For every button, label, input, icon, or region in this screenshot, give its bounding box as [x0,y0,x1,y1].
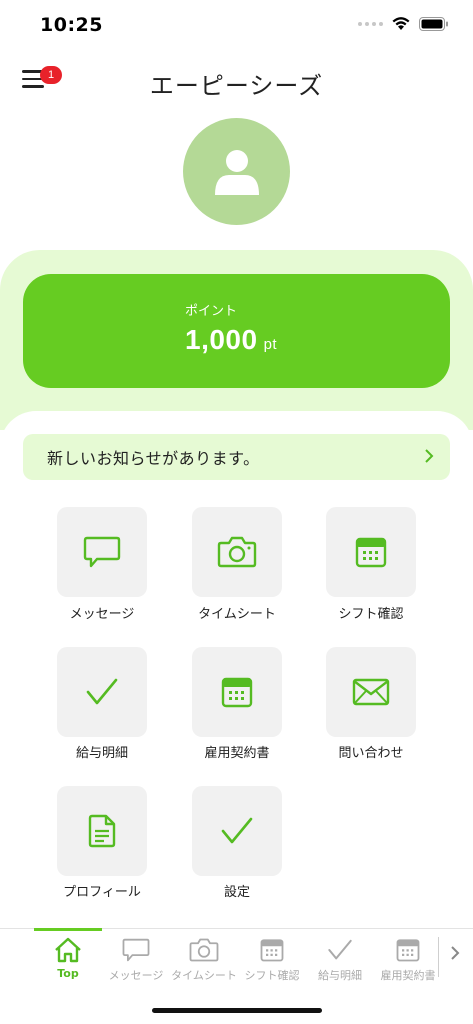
mail-icon [352,678,390,706]
menu-label-contract: 雇用契約書 [204,746,270,761]
nav-bar: 1 エーピーシーズ [0,56,473,110]
menu-tile-contract[interactable] [192,647,282,737]
points-unit: pt [263,336,278,353]
message-icon [83,536,121,568]
tab-payslip[interactable]: 給与明細 [306,929,374,989]
status-time: 10:25 [40,14,103,36]
tab-label-timesheet: タイムシート [171,969,237,982]
notice-text: 新しいお知らせがあります。 [47,449,260,468]
avatar[interactable] [183,118,290,225]
tab-divider [438,937,439,977]
tab-shift[interactable]: シフト確認 [238,929,306,989]
calendar-icon [355,537,387,568]
menu-label-profile: プロフィール [63,885,141,900]
message-icon [122,938,150,962]
chevron-right-icon [424,445,434,469]
menu-tile-profile[interactable] [57,786,147,876]
user-icon [214,149,259,195]
page-title: エーピーシーズ [149,72,324,100]
menu-tile-settings[interactable] [192,786,282,876]
points-value: 1,000 pt [185,324,277,356]
home-indicator [152,1008,322,1013]
menu-label-shift: シフト確認 [338,607,404,622]
signal-icon [358,21,383,26]
tab-label-top: Top [57,967,79,980]
tab-timesheet[interactable]: タイムシート [170,929,238,989]
tab-bar: Top メッセージ タイムシート シフト確認 給与明細 雇用契約書 [0,928,473,988]
tab-label-shift: シフト確認 [244,969,300,982]
points-amount: 1,000 [185,324,258,355]
battery-icon [419,16,448,31]
check-icon [86,678,118,705]
tab-message[interactable]: メッセージ [102,929,170,989]
menu-tile-payslip[interactable] [57,647,147,737]
camera-icon [217,536,257,568]
status-bar: 10:25 [0,0,473,50]
tab-scroll-right-button[interactable] [450,945,460,966]
tab-label-payslip: 給与明細 [318,969,362,982]
home-icon [55,937,81,963]
menu-tile-timesheet[interactable] [192,507,282,597]
notice-bar[interactable]: 新しいお知らせがあります。 [23,434,450,480]
menu-label-message: メッセージ [69,607,135,622]
tab-label-message: メッセージ [108,969,164,982]
status-indicators [358,16,449,31]
document-icon [88,814,116,848]
check-icon [221,817,253,844]
calendar-icon [221,677,253,708]
menu-tile-inquiry[interactable] [326,647,416,737]
wifi-icon [392,17,410,30]
calendar-icon [260,939,284,962]
menu-label-settings: 設定 [223,885,250,900]
menu-tile-message[interactable] [57,507,147,597]
check-icon [328,939,352,960]
camera-icon [189,938,219,962]
menu-tile-shift[interactable] [326,507,416,597]
menu-label-payslip: 給与明細 [75,746,128,761]
points-card: ポイント 1,000 pt [23,274,450,388]
calendar-icon [396,939,420,962]
chevron-right-icon [451,946,460,960]
tab-label-contract: 雇用契約書 [380,969,436,982]
tab-top[interactable]: Top [34,928,102,989]
menu-label-timesheet: タイムシート [198,607,276,622]
menu-label-inquiry: 問い合わせ [338,746,404,761]
tab-contract[interactable]: 雇用契約書 [374,929,442,989]
points-label: ポイント [185,304,238,319]
